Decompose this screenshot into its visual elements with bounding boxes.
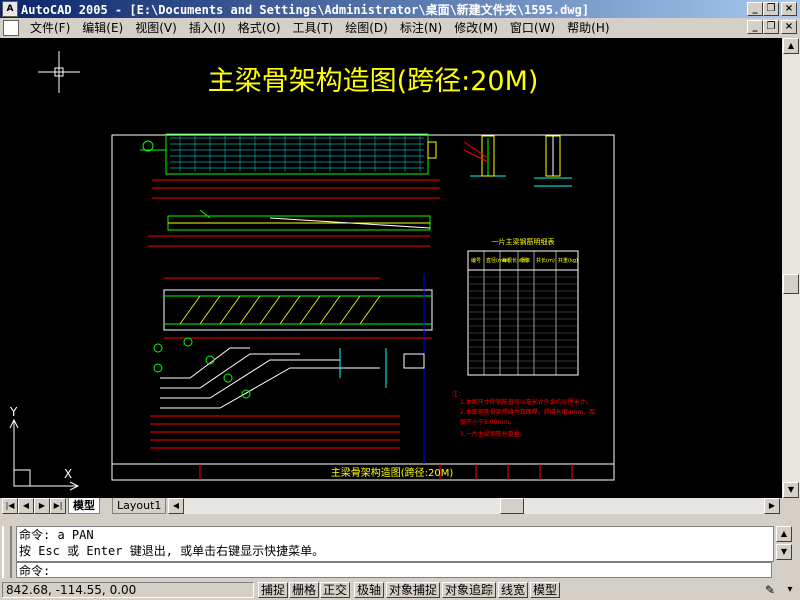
- tab-layout1[interactable]: Layout1: [112, 498, 167, 514]
- note-3: 3.一片主梁钢筋总重量。: [460, 430, 526, 438]
- command-history-line-2: 按 Esc 或 Enter 键退出, 或单击右键显示快捷菜单。: [19, 544, 325, 558]
- rebar-table-title: 一片主梁钢筋明细表: [492, 237, 555, 246]
- ucs-y-label: Y: [9, 405, 18, 419]
- tab-next-button[interactable]: ▶: [34, 498, 50, 514]
- table-header-count: 根数: [520, 257, 530, 264]
- menu-tools[interactable]: 工具(T): [287, 20, 340, 36]
- doc-restore-button[interactable]: ❐: [763, 20, 779, 34]
- note-2: 2.本图钢筋骨架焊缝为双面焊，焊缝长度4mm，厚: [460, 408, 595, 416]
- autocad-app-icon[interactable]: A: [2, 1, 18, 17]
- toggle-model-space[interactable]: 模型: [530, 582, 560, 598]
- toggle-osnap[interactable]: 对象捕捉: [386, 582, 440, 598]
- drawing-canvas[interactable]: 主梁骨架构造图(跨径:20M) 一片主梁钢筋明细表 编号 直径(mm) 每根长(…: [0, 38, 782, 498]
- notes-title: 注：: [452, 390, 464, 398]
- menu-dimension[interactable]: 标注(N): [394, 20, 448, 36]
- menu-edit[interactable]: 编辑(E): [76, 20, 129, 36]
- document-icon[interactable]: [3, 20, 19, 36]
- minimize-button[interactable]: _: [747, 2, 763, 16]
- rebar-cage-elevation: [163, 274, 433, 464]
- command-history-line-1: 命令: a PAN: [19, 528, 94, 542]
- beam-elevation-top: [140, 133, 440, 199]
- drawing-notes: 注： 1.本图尺寸除钢筋直径以毫米计外余均以厘米计。 2.本图钢筋骨架焊缝为双面…: [452, 390, 595, 438]
- tray-settings-icon[interactable]: ✎: [762, 582, 778, 598]
- bent-bars-detail: [150, 337, 425, 449]
- cmd-scroll-down-button[interactable]: ▼: [776, 544, 792, 560]
- ucs-icon: Y X: [9, 405, 80, 491]
- menu-view[interactable]: 视图(V): [129, 20, 183, 36]
- tab-last-button[interactable]: ▶|: [50, 498, 66, 514]
- table-header-weight: 共重(kg): [558, 257, 578, 264]
- menu-draw[interactable]: 绘图(D): [339, 20, 394, 36]
- hscroll-left-button[interactable]: ◀: [168, 498, 184, 514]
- hscroll-thumb[interactable]: [500, 498, 524, 514]
- note-1: 1.本图尺寸除钢筋直径以毫米计外余均以厘米计。: [460, 398, 592, 406]
- scroll-down-button[interactable]: ▼: [783, 482, 799, 498]
- beam-elevation-mid: [148, 209, 431, 247]
- menu-window[interactable]: 窗口(W): [504, 20, 561, 36]
- scroll-up-button[interactable]: ▲: [783, 38, 799, 54]
- coordinate-readout[interactable]: 842.68, -114.55, 0.00: [2, 582, 254, 598]
- vertical-scrollbar[interactable]: ▲ ▼: [782, 38, 800, 498]
- doc-minimize-button[interactable]: _: [747, 20, 763, 34]
- toggle-otrack[interactable]: 对象追踪: [442, 582, 496, 598]
- rebar-table: 一片主梁钢筋明细表 编号 直径(mm) 每根长(cm) 根数 共长(m) 共重(…: [467, 237, 579, 376]
- title-block: 主梁骨架构造图(跨径:20M): [199, 464, 573, 480]
- title-bar: A AutoCAD 2005 - [E:\Documents and Setti…: [0, 0, 800, 18]
- command-window-grip[interactable]: [2, 526, 12, 578]
- drawing-frame: [111, 134, 615, 481]
- table-header-no: 编号: [471, 257, 481, 264]
- command-window: 命令: a PAN 按 Esc 或 Enter 键退出, 或单击右键显示快捷菜单…: [0, 522, 800, 580]
- layout-tabs-bar: |◀ ◀ ▶ ▶| 模型 Layout1 ◀ ▶: [0, 498, 800, 514]
- toggle-ortho[interactable]: 正交: [320, 582, 350, 598]
- command-input[interactable]: 命令:: [16, 562, 772, 578]
- command-history: 命令: a PAN 按 Esc 或 Enter 键退出, 或单击右键显示快捷菜单…: [16, 526, 774, 562]
- toggle-lineweight[interactable]: 线宽: [498, 582, 528, 598]
- menu-help[interactable]: 帮助(H): [561, 20, 615, 36]
- cmd-scroll-up-button[interactable]: ▲: [776, 526, 792, 542]
- tab-first-button[interactable]: |◀: [2, 498, 18, 514]
- menu-bar: 文件(F) 编辑(E) 视图(V) 插入(I) 格式(O) 工具(T) 绘图(D…: [0, 18, 800, 38]
- status-menu-arrow-icon[interactable]: ▾: [782, 582, 798, 598]
- table-header-total: 共长(m): [536, 257, 555, 264]
- menu-file[interactable]: 文件(F): [24, 20, 76, 36]
- drawing-title: 主梁骨架构造图(跨径:20M): [208, 66, 539, 97]
- horizontal-scrollbar[interactable]: [184, 498, 764, 514]
- toggle-snap[interactable]: 捕捉: [258, 582, 288, 598]
- tab-model[interactable]: 模型: [68, 498, 100, 514]
- ucs-x-label: X: [64, 467, 72, 481]
- menu-items: 文件(F) 编辑(E) 视图(V) 插入(I) 格式(O) 工具(T) 绘图(D…: [24, 20, 616, 36]
- menu-modify[interactable]: 修改(M): [448, 20, 504, 36]
- menu-format[interactable]: 格式(O): [232, 20, 287, 36]
- title-block-name: 主梁骨架构造图(跨径:20M): [331, 466, 454, 479]
- close-button[interactable]: ×: [781, 2, 797, 16]
- note-2-cont: 度不小于8.00mm。: [460, 418, 515, 426]
- scroll-thumb[interactable]: [783, 274, 799, 294]
- doc-close-button[interactable]: ×: [781, 20, 797, 34]
- hscroll-right-button[interactable]: ▶: [764, 498, 780, 514]
- status-bar: 842.68, -114.55, 0.00 捕捉 栅格 正交 极轴 对象捕捉 对…: [0, 580, 800, 600]
- crosshair-cursor: [38, 51, 80, 93]
- window-title: AutoCAD 2005 - [E:\Documents and Setting…: [21, 3, 590, 17]
- menu-insert[interactable]: 插入(I): [183, 20, 232, 36]
- toggle-grid[interactable]: 栅格: [289, 582, 319, 598]
- restore-button[interactable]: ❐: [763, 2, 779, 16]
- tab-prev-button[interactable]: ◀: [18, 498, 34, 514]
- toggle-polar[interactable]: 极轴: [354, 582, 384, 598]
- cross-sections: [463, 135, 572, 187]
